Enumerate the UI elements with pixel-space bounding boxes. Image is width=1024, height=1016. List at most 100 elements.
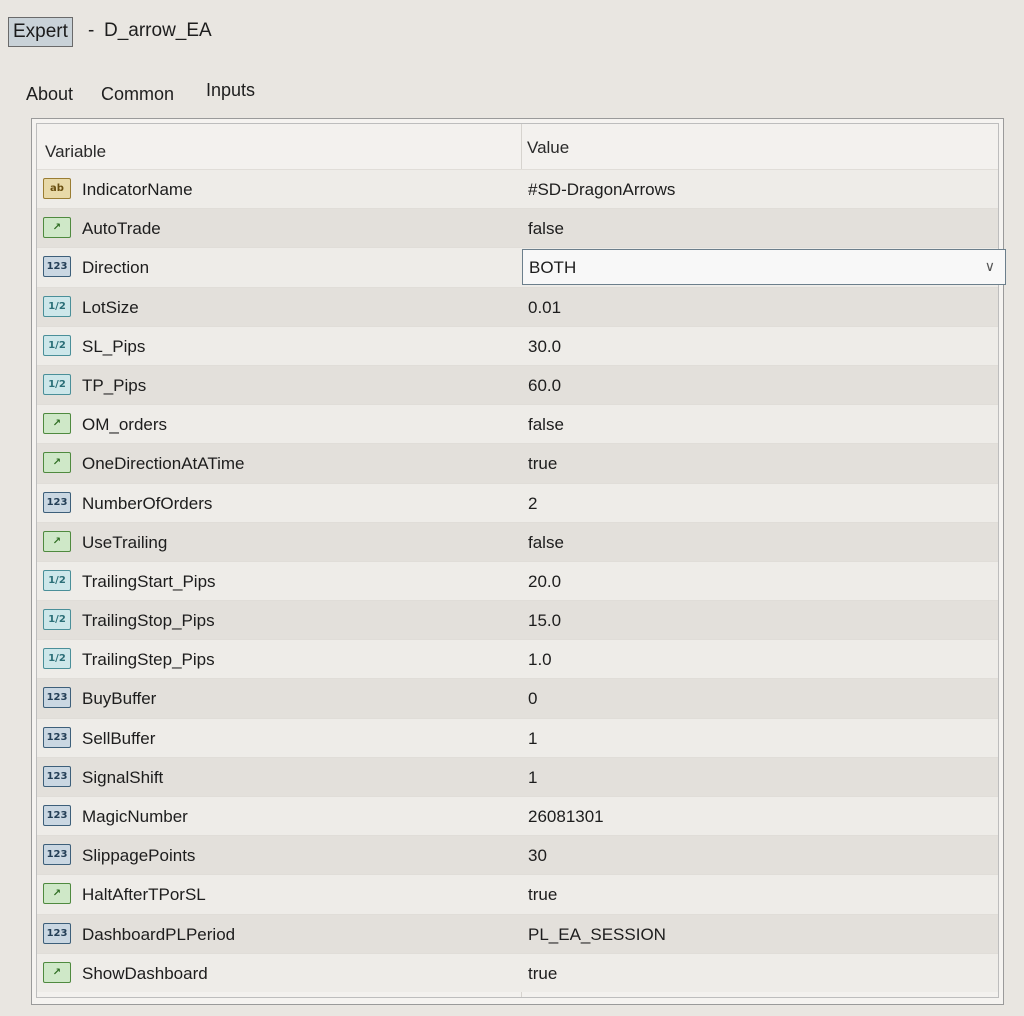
- value-cell[interactable]: 30.0: [522, 327, 1000, 365]
- variable-name: SellBuffer: [82, 728, 156, 748]
- value-text: 30: [528, 846, 547, 866]
- value-cell[interactable]: 15.0: [522, 601, 1000, 639]
- boolean-type-icon: ↗: [43, 883, 71, 905]
- tab-inputs[interactable]: Inputs: [206, 80, 255, 101]
- param-row-tp_pips[interactable]: 1/2 TP_Pips 60.0: [37, 364, 1000, 405]
- string-type-icon: ab: [43, 178, 71, 199]
- variable-name: TP_Pips: [82, 375, 147, 395]
- param-row-magicnumber[interactable]: 123 MagicNumber 26081301: [37, 796, 1000, 836]
- value-cell[interactable]: true: [522, 954, 1000, 992]
- value-text: #SD-DragonArrows: [528, 180, 676, 199]
- value-cell[interactable]: true: [522, 444, 1000, 482]
- value-cell[interactable]: false: [522, 523, 1000, 561]
- integer-type-icon: 123: [43, 491, 71, 513]
- value-text: false: [528, 219, 564, 239]
- value-cell[interactable]: BOTH ∨: [522, 248, 1006, 286]
- integer-type-icon: 123: [43, 844, 71, 866]
- value-cell[interactable]: 1: [522, 719, 1000, 757]
- integer-type-icon: 123: [43, 726, 71, 748]
- value-cell[interactable]: 2: [522, 484, 1000, 522]
- double-type-icon: 1/2: [43, 373, 71, 395]
- double-type-icon: 1/2: [43, 334, 71, 356]
- variable-name: HaltAfterTPorSL: [82, 885, 206, 905]
- value-text: 1.0: [528, 650, 552, 670]
- variable-cell: 123 SlippagePoints: [37, 836, 521, 874]
- variable-cell: 123 BuyBuffer: [37, 679, 521, 717]
- param-row-slippagepoints[interactable]: 123 SlippagePoints 30: [37, 835, 1000, 875]
- column-header-value[interactable]: Value: [527, 138, 569, 158]
- value-cell[interactable]: 26081301: [522, 797, 1000, 835]
- variable-name: UseTrailing: [82, 532, 168, 552]
- variable-cell: ↗ AutoTrade: [37, 209, 521, 247]
- param-row-trailingstep_pips[interactable]: 1/2 TrailingStep_Pips 1.0: [37, 639, 1000, 679]
- param-row-dashboardplperiod[interactable]: 123 DashboardPLPeriod PL_EA_SESSION: [37, 913, 1000, 953]
- param-row-sellbuffer[interactable]: 123 SellBuffer 1: [37, 717, 1000, 757]
- value-cell[interactable]: 1: [522, 758, 1000, 796]
- tab-common[interactable]: Common: [101, 84, 174, 105]
- double-type-icon: 1/2: [43, 609, 71, 631]
- variable-cell: 1/2 TrailingStop_Pips: [37, 601, 521, 639]
- variable-name: MagicNumber: [82, 807, 188, 826]
- param-row-numberoforders[interactable]: 123 NumberOfOrders 2: [37, 482, 1000, 522]
- grid-rows: ab IndicatorName #SD-DragonArrows ↗ AutoTrad…: [37, 169, 1006, 992]
- variable-name: AutoTrade: [82, 219, 161, 239]
- chevron-down-icon[interactable]: ∨: [985, 258, 995, 275]
- grid-header: Variable Value: [37, 124, 998, 168]
- value-text: 30.0: [528, 336, 562, 356]
- param-row-usetrailing[interactable]: ↗ UseTrailing false: [37, 521, 1000, 561]
- variable-name: ShowDashboard: [82, 963, 208, 983]
- value-cell[interactable]: #SD-DragonArrows: [522, 170, 1000, 208]
- value-cell[interactable]: PL_EA_SESSION: [522, 915, 1000, 953]
- variable-name: BuyBuffer: [82, 689, 157, 709]
- param-row-buybuffer[interactable]: 123 BuyBuffer 0: [37, 678, 1000, 718]
- inputs-grid: Variable Value ab IndicatorName #SD-Dragon…: [36, 123, 1006, 998]
- title-bar: Expert - D_arrow_EA: [0, 0, 1024, 64]
- variable-name: DashboardPLPeriod: [82, 924, 236, 944]
- variable-name: Direction: [82, 258, 150, 278]
- variable-name: SignalShift: [82, 767, 164, 787]
- tab-about[interactable]: About: [26, 84, 73, 105]
- inputs-panel: Variable Value ab IndicatorName #SD-Dragon…: [31, 118, 1006, 1005]
- param-row-direction[interactable]: 123 Direction BOTH ∨: [37, 247, 1006, 287]
- variable-cell: 1/2 LotSize: [37, 288, 521, 326]
- param-row-trailingstart_pips[interactable]: 1/2 TrailingStart_Pips 20.0: [37, 560, 1000, 601]
- param-row-haltaftertporsl[interactable]: ↗ HaltAfterTPorSL true: [37, 874, 1000, 914]
- value-cell[interactable]: 20.0: [522, 562, 1000, 600]
- value-cell[interactable]: 30: [522, 836, 1000, 874]
- value-cell[interactable]: 1.0: [522, 640, 1000, 678]
- value-text: true: [528, 963, 558, 983]
- variable-name: TrailingStop_Pips: [82, 611, 215, 631]
- value-text: 15.0: [528, 611, 562, 631]
- double-type-icon: 1/2: [43, 648, 71, 670]
- param-row-trailingstop_pips[interactable]: 1/2 TrailingStop_Pips 15.0: [37, 600, 1000, 640]
- variable-cell: ↗ OM_orders: [37, 405, 521, 443]
- param-row-onedirectionatatime[interactable]: ↗ OneDirectionAtATime true: [37, 443, 1000, 483]
- variable-cell: 1/2 TrailingStep_Pips: [37, 640, 521, 678]
- value-cell[interactable]: false: [522, 405, 1000, 443]
- param-row-om_orders[interactable]: ↗ OM_orders false: [37, 404, 1000, 444]
- boolean-type-icon: ↗: [43, 961, 71, 983]
- variable-name: TrailingStep_Pips: [82, 650, 215, 670]
- param-row-signalshift[interactable]: 123 SignalShift 1: [37, 756, 1000, 796]
- direction-select[interactable]: BOTH ∨: [522, 249, 1006, 286]
- variable-cell: 123 SellBuffer: [37, 719, 521, 757]
- value-cell[interactable]: 60.0: [522, 366, 1000, 404]
- value-cell[interactable]: 0.01: [522, 288, 1000, 326]
- variable-name: OneDirectionAtATime: [82, 454, 245, 474]
- value-text: 60.0: [528, 375, 562, 395]
- param-row-showdashboard[interactable]: ↗ ShowDashboard true: [37, 952, 1000, 992]
- variable-name: LotSize: [82, 297, 139, 317]
- variable-cell: 123 Direction: [37, 248, 521, 286]
- value-cell[interactable]: 0: [522, 679, 1000, 717]
- param-row-autotrade[interactable]: ↗ AutoTrade false: [37, 208, 1000, 248]
- double-type-icon: 1/2: [43, 569, 71, 591]
- integer-type-icon: 123: [43, 765, 71, 787]
- variable-cell: ↗ HaltAfterTPorSL: [37, 875, 521, 913]
- param-row-indicatorname[interactable]: ab IndicatorName #SD-DragonArrows: [37, 169, 1000, 209]
- integer-type-icon: 123: [43, 805, 71, 826]
- param-row-lotsize[interactable]: 1/2 LotSize 0.01: [37, 286, 1000, 326]
- value-cell[interactable]: false: [522, 209, 1000, 247]
- column-header-variable[interactable]: Variable: [45, 142, 106, 162]
- param-row-sl_pips[interactable]: 1/2 SL_Pips 30.0: [37, 325, 1000, 365]
- value-cell[interactable]: true: [522, 875, 1000, 913]
